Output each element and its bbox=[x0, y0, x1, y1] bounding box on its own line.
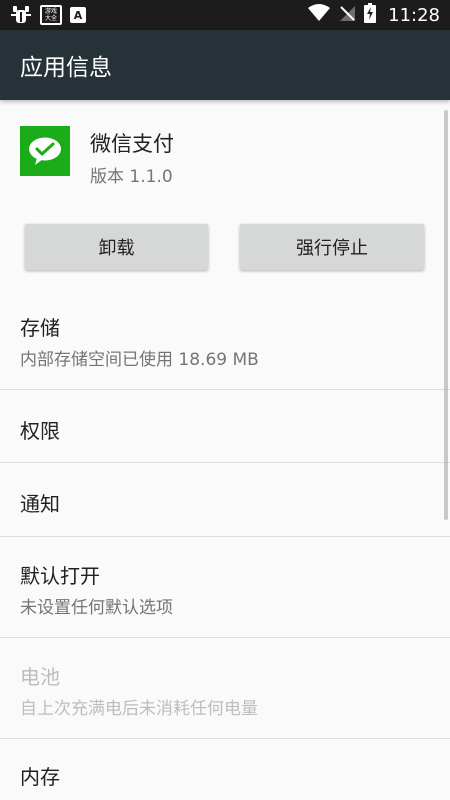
permissions-title: 权限 bbox=[20, 419, 60, 443]
notifications-item[interactable]: 通知 bbox=[0, 463, 450, 536]
a-notification-icon: A bbox=[70, 7, 86, 23]
status-bar: 游戏大全 A 11:28 bbox=[0, 0, 450, 30]
notifications-title: 通知 bbox=[20, 492, 60, 516]
memory-item[interactable]: 内存 bbox=[0, 739, 450, 800]
force-stop-button[interactable]: 强行停止 bbox=[240, 224, 424, 270]
storage-title: 存储 bbox=[20, 316, 60, 340]
open-by-default-subtitle: 未设置任何默认选项 bbox=[20, 598, 173, 618]
scrollbar-thumb[interactable] bbox=[444, 110, 448, 520]
uninstall-button[interactable]: 卸载 bbox=[25, 224, 208, 270]
status-bar-left: 游戏大全 A bbox=[0, 5, 86, 25]
app-header: 微信支付 版本 1.1.0 bbox=[0, 100, 450, 210]
game-center-icon: 游戏大全 bbox=[40, 5, 62, 25]
battery-subtitle: 自上次充满电后未消耗任何电量 bbox=[20, 699, 258, 719]
status-bar-right: 11:28 bbox=[308, 0, 440, 30]
wifi-icon bbox=[308, 4, 331, 26]
no-signal-icon bbox=[338, 4, 356, 26]
app-bar: 应用信息 bbox=[0, 30, 450, 100]
battery-title: 电池 bbox=[20, 665, 60, 689]
open-by-default-item[interactable]: 默认打开 未设置任何默认选项 bbox=[0, 537, 450, 637]
permissions-item[interactable]: 权限 bbox=[0, 390, 450, 463]
app-info-content[interactable]: 微信支付 版本 1.1.0 卸载 强行停止 存储 内部存储空间已使用 18.69… bbox=[0, 100, 450, 800]
app-name: 微信支付 bbox=[90, 132, 174, 156]
app-version: 版本 1.1.0 bbox=[90, 167, 173, 187]
bug-icon bbox=[10, 5, 32, 25]
storage-subtitle: 内部存储空间已使用 18.69 MB bbox=[20, 350, 259, 370]
battery-charging-icon bbox=[364, 3, 377, 27]
battery-item: 电池 自上次充满电后未消耗任何电量 bbox=[0, 638, 450, 738]
open-by-default-title: 默认打开 bbox=[20, 564, 100, 588]
storage-item[interactable]: 存储 内部存储空间已使用 18.69 MB bbox=[0, 290, 450, 390]
memory-title: 内存 bbox=[20, 765, 60, 789]
wechat-pay-icon bbox=[20, 126, 70, 176]
page-title: 应用信息 bbox=[20, 55, 112, 81]
status-time: 11:28 bbox=[388, 4, 440, 26]
